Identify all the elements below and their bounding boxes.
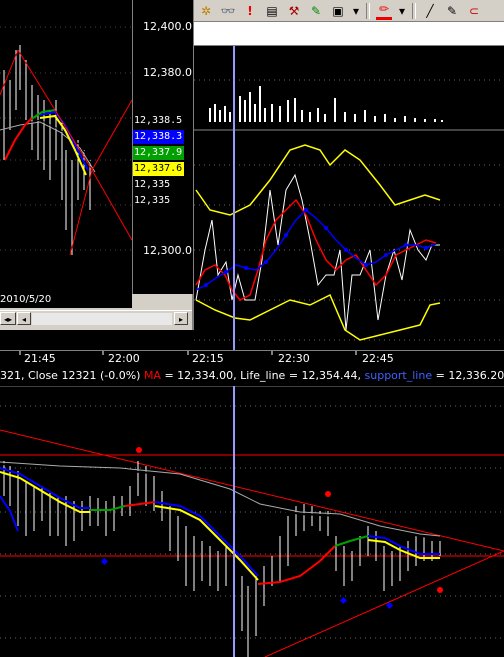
legend-prefix: 321, Close 12321 (-0.0%) bbox=[0, 369, 144, 382]
axis-label: 12,300.0 bbox=[143, 244, 192, 257]
legend-life-value: = 12,354.44, bbox=[285, 369, 365, 382]
wand-icon[interactable]: ✎ bbox=[308, 3, 324, 19]
time-axis-ticks bbox=[19, 351, 357, 355]
price-tag: 12,337.9 bbox=[133, 146, 184, 160]
indicator-legend: 321, Close 12321 (-0.0%) MA = 12,334.00,… bbox=[0, 369, 504, 385]
chevron-down-icon[interactable]: ▾ bbox=[398, 3, 406, 19]
alert-icon[interactable]: ! bbox=[242, 3, 258, 19]
scroll-right-button[interactable]: ▸ bbox=[174, 312, 188, 325]
toolbar-separator bbox=[366, 2, 370, 19]
axis-label: 12,380.0 bbox=[143, 66, 192, 79]
time-tick: 21:45 bbox=[24, 352, 56, 365]
legend-support-value: = 12,336.20 bbox=[432, 369, 504, 382]
magnet-icon[interactable]: ⊂ bbox=[466, 3, 482, 19]
price-chart[interactable] bbox=[0, 386, 504, 657]
price-tag: 12,335 bbox=[133, 194, 184, 208]
legend-support-label: support_line bbox=[364, 369, 433, 382]
gear-icon[interactable]: ✲ bbox=[198, 3, 214, 19]
legend-life-label: Life_line bbox=[240, 369, 286, 382]
legend-ma-label: MA bbox=[143, 369, 161, 382]
hammer-icon[interactable]: ⚒ bbox=[286, 3, 302, 19]
price-tag: 12,338.5 bbox=[133, 114, 184, 128]
drawing-toolbar: ✲ 👓 ! ▤ ⚒ ✎ ▣ ▾ ✏ ▾ ╱ ✎ ⊂ bbox=[194, 0, 504, 22]
toolbar-panel bbox=[194, 22, 504, 46]
notepad-icon[interactable]: ▤ bbox=[264, 3, 280, 19]
line-icon[interactable]: ╱ bbox=[422, 3, 438, 19]
inset-date-label: 2010/5/20 bbox=[0, 294, 132, 308]
inset-price-plot bbox=[0, 0, 132, 294]
price-tag: 12,337.6 bbox=[133, 162, 184, 176]
time-axis: 21:45 22:00 22:15 22:30 22:45 bbox=[0, 350, 504, 369]
pen-color-icon[interactable]: ✏ bbox=[376, 1, 392, 20]
price-tag: 12,335 bbox=[133, 178, 184, 192]
inset-scrollbar[interactable]: ◂▸ ◂ ▸ bbox=[0, 310, 192, 327]
scroll-left-button[interactable]: ◂ bbox=[17, 312, 31, 325]
scroll-toggle-button[interactable]: ◂▸ bbox=[0, 312, 16, 325]
chevron-down-icon[interactable]: ▾ bbox=[352, 3, 360, 19]
time-tick: 22:15 bbox=[192, 352, 224, 365]
glasses-icon[interactable]: 👓 bbox=[220, 3, 236, 19]
scroll-track[interactable] bbox=[32, 313, 172, 325]
toolbar-separator bbox=[412, 2, 416, 19]
pencil-icon[interactable]: ✎ bbox=[444, 3, 460, 19]
price-tag: 12,338.3 bbox=[133, 130, 184, 144]
legend-ma-value: = 12,334.00, bbox=[160, 369, 241, 382]
axis-label: 12,400.0 bbox=[143, 20, 192, 33]
time-tick: 22:30 bbox=[278, 352, 310, 365]
time-tick: 22:00 bbox=[108, 352, 140, 365]
inset-chart-window[interactable]: 12,400.0 12,380.0 12,300.0 12,338.5 12,33… bbox=[0, 0, 194, 330]
chart-icon[interactable]: ▣ bbox=[330, 3, 346, 19]
time-tick: 22:45 bbox=[362, 352, 394, 365]
